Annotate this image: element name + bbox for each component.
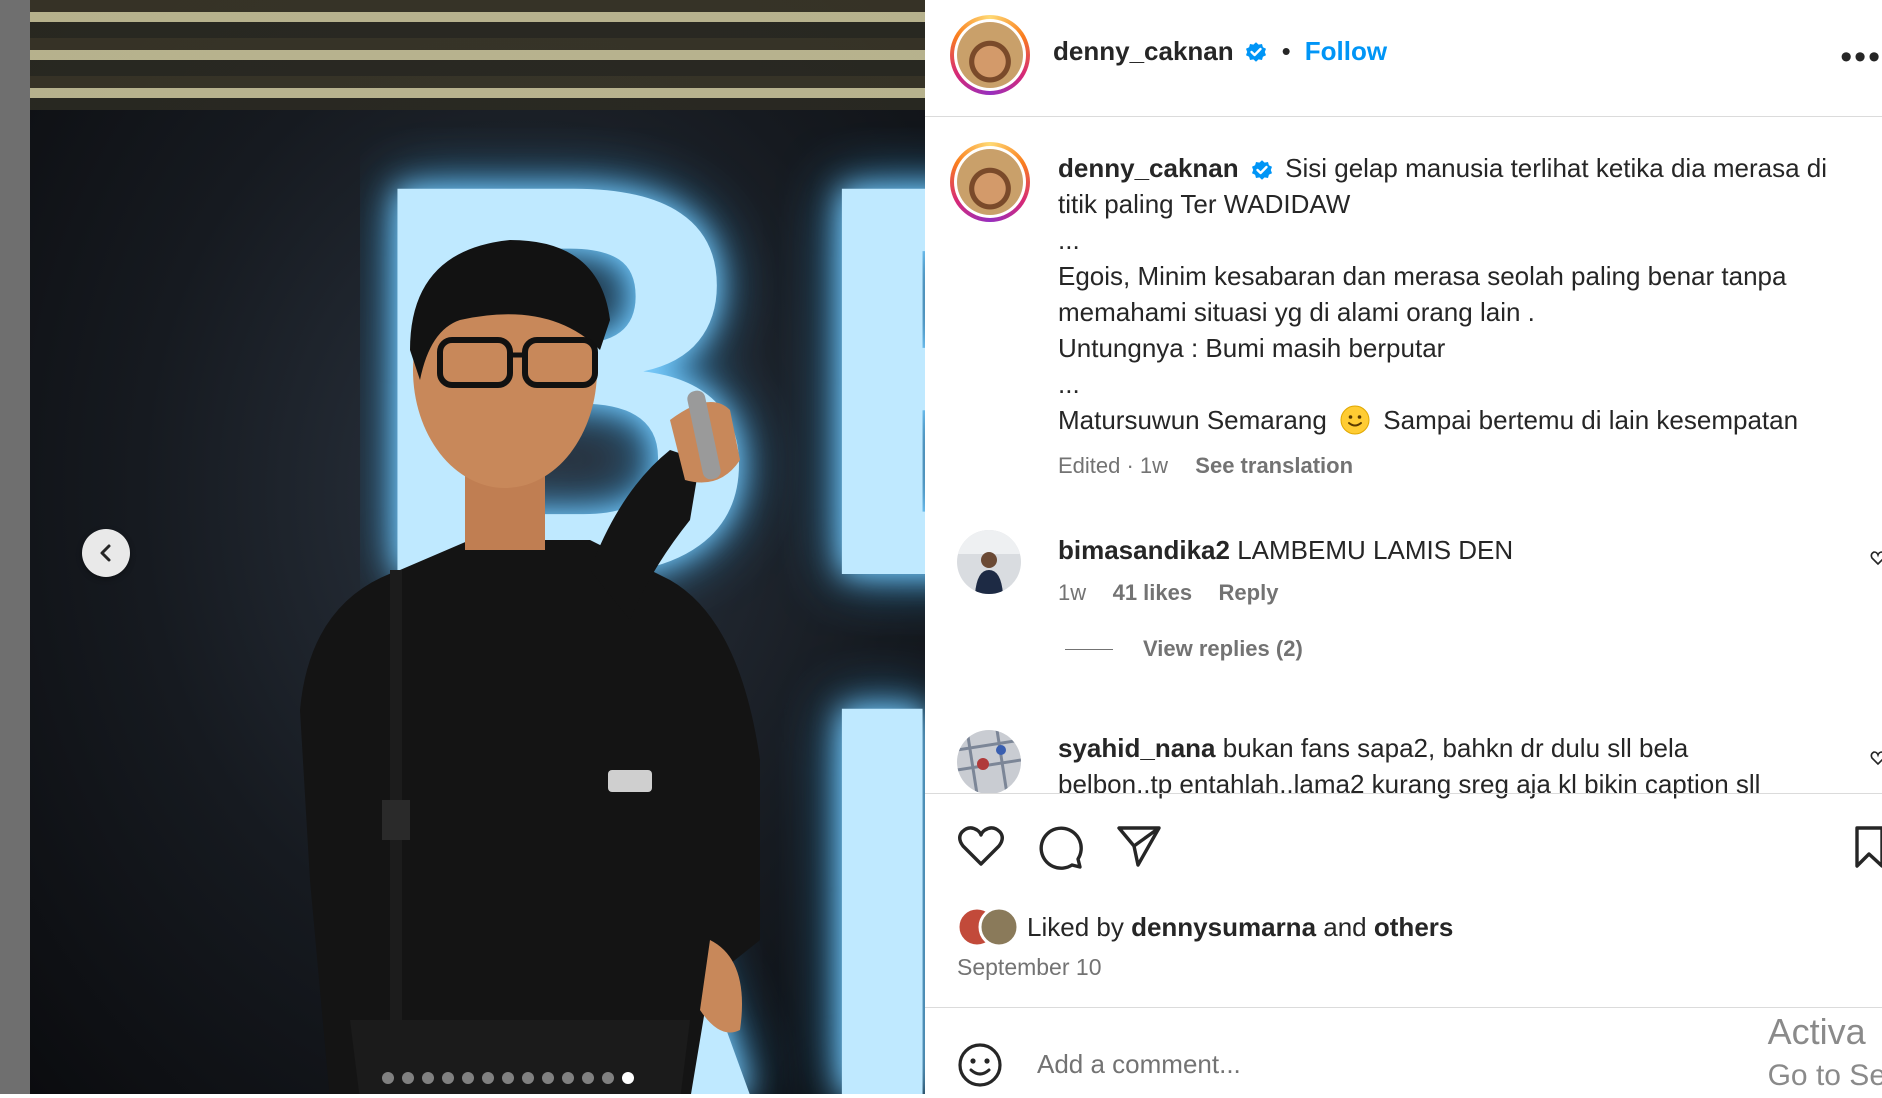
follow-button[interactable]: Follow (1305, 36, 1387, 67)
smiley-emoji-icon (1340, 405, 1370, 435)
comment-item: bimasandika2 LAMBEMU LAMIS DEN 1w 41 lik… (1058, 532, 1858, 662)
carousel-dot (522, 1072, 534, 1084)
liked-by-and: and (1323, 912, 1367, 942)
liked-by-others[interactable]: others (1374, 912, 1453, 942)
caption-line: Untungnya : Bumi masih berputar (1058, 333, 1446, 363)
carousel-dot (462, 1072, 474, 1084)
caption-line: ... (1058, 225, 1080, 255)
replies-divider (1065, 648, 1113, 650)
bookmark-icon[interactable] (1855, 826, 1882, 868)
caption-line: Matursuwun Semarang (1058, 405, 1327, 435)
carousel-dot (382, 1072, 394, 1084)
post-date: September 10 (957, 954, 1102, 980)
carousel-prev-button[interactable] (82, 529, 130, 577)
comment-text: LAMBEMU LAMIS DEN (1237, 535, 1514, 565)
comment-username[interactable]: syahid_nana (1058, 733, 1216, 763)
author-avatar[interactable] (950, 15, 1030, 95)
emoji-icon[interactable] (957, 1042, 1003, 1088)
carousel-dot-active (622, 1072, 634, 1084)
stage-lights (30, 0, 925, 110)
carousel-dot (422, 1072, 434, 1084)
comment-icon[interactable] (1037, 824, 1083, 870)
carousel-dot (482, 1072, 494, 1084)
comment-composer (925, 1007, 1882, 1095)
caption-line: Sisi gelap manusia terlihat ketika dia m… (1285, 153, 1828, 183)
commenter-avatar[interactable] (957, 530, 1021, 594)
comment-time: 1w (1058, 580, 1087, 605)
comment-username[interactable]: bimasandika2 (1058, 535, 1230, 565)
comment-item: syahid_nana bukan fans sapa2, bahkn dr d… (1058, 730, 1858, 802)
liker-avatars (957, 906, 1020, 948)
comment-like-icon[interactable] (1870, 550, 1882, 566)
carousel-dot (502, 1072, 514, 1084)
caption-line: titik paling Ter WADIDAW (1058, 189, 1351, 219)
commenter-avatar[interactable] (957, 730, 1021, 794)
post-sidebar: denny_caknan • Follow ••• denny_caknan S… (925, 0, 1882, 1094)
edited-timestamp: Edited · 1w (1058, 453, 1169, 478)
caption-line: Sampai bertemu di lain kesempatan (1383, 405, 1799, 435)
post-media[interactable]: BE AI (30, 0, 925, 1094)
comment-likes[interactable]: 41 likes (1113, 580, 1193, 605)
chevron-left-icon (100, 544, 111, 562)
post-caption: denny_caknan Sisi gelap manusia terlihat… (1058, 150, 1868, 484)
liked-by-prefix: Liked by (1027, 912, 1124, 942)
separator-dot: • (1281, 36, 1291, 66)
share-icon[interactable] (1116, 824, 1162, 868)
author-username[interactable]: denny_caknan (1053, 36, 1234, 67)
comment-reply-button[interactable]: Reply (1219, 580, 1279, 605)
carousel-dot (602, 1072, 614, 1084)
carousel-dot (542, 1072, 554, 1084)
verified-icon (1245, 41, 1266, 62)
comment-text: bukan fans sapa2, bahkn dr dulu sll bela (1222, 733, 1689, 763)
see-translation-link[interactable]: See translation (1195, 453, 1353, 478)
activate-windows-watermark: Activa Go to Se (1767, 1011, 1882, 1092)
carousel-dot (562, 1072, 574, 1084)
caption-line: ... (1058, 369, 1080, 399)
post-header: denny_caknan • Follow ••• (925, 0, 1882, 117)
liked-by-username[interactable]: dennysumarna (1131, 912, 1316, 942)
comment-like-icon[interactable] (1870, 750, 1882, 766)
view-replies-button[interactable]: View replies (2) (1143, 636, 1303, 662)
carousel-dot (402, 1072, 414, 1084)
comment-input[interactable] (1035, 1040, 1739, 1088)
carousel-dot (442, 1072, 454, 1084)
heart-icon[interactable] (957, 824, 1005, 868)
caption-line: Egois, Minim kesabaran dan merasa seolah… (1058, 261, 1787, 291)
caption-author-avatar[interactable] (950, 142, 1030, 222)
caption-username[interactable]: denny_caknan (1058, 153, 1239, 183)
post-actions: Liked by dennysumarna and others Septemb… (925, 793, 1882, 1014)
performer-photo (300, 240, 760, 1094)
more-options-button[interactable]: ••• (1840, 38, 1882, 77)
caption-line: memahami situasi yg di alami orang lain … (1058, 297, 1535, 327)
verified-icon (1251, 160, 1272, 180)
carousel-indicators (382, 1072, 634, 1084)
liked-by-row: Liked by dennysumarna and others (957, 906, 1453, 948)
left-gutter (0, 0, 30, 1094)
carousel-dot (582, 1072, 594, 1084)
more-icon: ••• (1840, 38, 1882, 76)
